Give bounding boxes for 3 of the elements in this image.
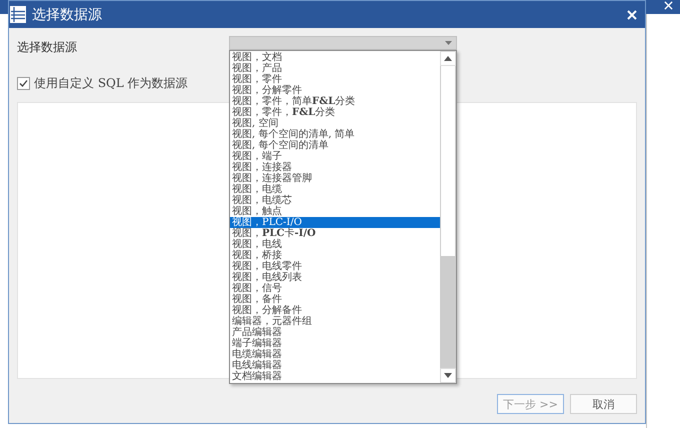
- checkbox-label: 使用自定义 SQL 作为数据源: [34, 75, 188, 92]
- source-label: 选择数据源: [17, 38, 77, 56]
- window-title: 选择数据源: [32, 6, 103, 24]
